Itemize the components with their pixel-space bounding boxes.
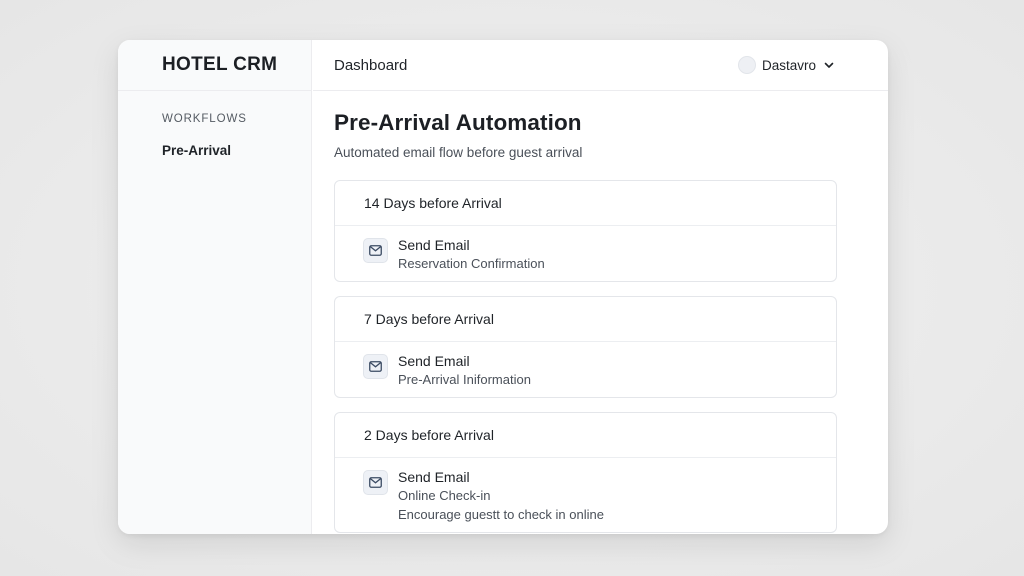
mail-icon: [363, 238, 388, 263]
desktop-background: HOTEL CRM WORKFLOWS Pre-Arrival Dashboar…: [0, 0, 1024, 576]
breadcrumb-dashboard[interactable]: Dashboard: [334, 57, 407, 74]
action-text: Send Email Online Check-in Encourage gue…: [398, 468, 604, 524]
step-timing: 7 Days before Arrival: [335, 297, 836, 342]
workflow-steps: 14 Days before Arrival Send Email Reserv…: [334, 180, 837, 533]
action-detail: Online Check-in: [398, 488, 491, 503]
sidebar-item-pre-arrival[interactable]: Pre-Arrival: [162, 143, 311, 158]
user-menu[interactable]: Dastavro: [737, 56, 836, 74]
top-bar: Dashboard Dastavro: [313, 40, 888, 91]
crm-window: HOTEL CRM WORKFLOWS Pre-Arrival Dashboar…: [118, 40, 888, 534]
action-text: Send Email Pre-Arrival Iniformation: [398, 352, 531, 389]
avatar: [737, 56, 756, 74]
workflow-step-card[interactable]: 14 Days before Arrival Send Email Reserv…: [334, 180, 837, 282]
step-action[interactable]: Send Email Online Check-in Encourage gue…: [335, 458, 836, 532]
action-title: Send Email: [398, 353, 470, 369]
mail-icon: [363, 470, 388, 495]
workflow-step-card[interactable]: 7 Days before Arrival Send Email Pre-Arr…: [334, 296, 837, 398]
brand-logo: HOTEL CRM: [118, 40, 311, 91]
step-action[interactable]: Send Email Pre-Arrival Iniformation: [335, 342, 836, 397]
sidebar-section-workflows: WORKFLOWS: [162, 113, 247, 125]
step-timing: 2 Days before Arrival: [335, 413, 836, 458]
workflow-content: Pre-Arrival Automation Automated email f…: [313, 91, 888, 533]
action-detail: Pre-Arrival Iniformation: [398, 372, 531, 387]
mail-icon: [363, 354, 388, 379]
action-description: Encourage guestt to check in online: [398, 507, 604, 522]
step-action[interactable]: Send Email Reservation Confirmation: [335, 226, 836, 281]
action-title: Send Email: [398, 237, 470, 253]
page-subtitle: Automated email flow before guest arriva…: [334, 145, 583, 160]
action-text: Send Email Reservation Confirmation: [398, 236, 545, 273]
step-timing: 14 Days before Arrival: [335, 181, 836, 226]
workflow-step-card[interactable]: 2 Days before Arrival Send Email Online …: [334, 412, 837, 533]
page-title: Pre-Arrival Automation: [334, 110, 582, 135]
action-title: Send Email: [398, 469, 470, 485]
action-detail: Reservation Confirmation: [398, 256, 545, 271]
chevron-down-icon[interactable]: [822, 58, 836, 72]
user-name: Dastavro: [761, 57, 816, 73]
main-area: Dashboard Dastavro Pre-Arrival Automatio…: [313, 40, 888, 534]
sidebar: HOTEL CRM WORKFLOWS Pre-Arrival: [118, 40, 312, 534]
